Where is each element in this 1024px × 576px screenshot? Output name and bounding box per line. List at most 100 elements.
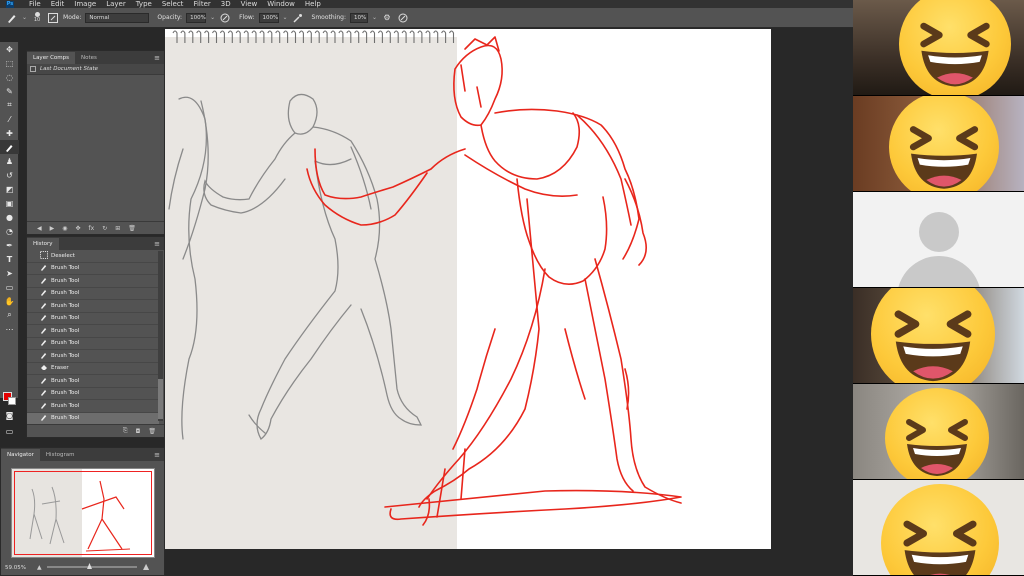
- tab-history[interactable]: History: [27, 238, 59, 250]
- history-snapshot-source[interactable]: [27, 387, 37, 399]
- background-color-swatch[interactable]: [8, 397, 16, 405]
- previous-comp-icon[interactable]: ◀: [37, 225, 42, 232]
- history-state-row[interactable]: Brush Tool: [27, 262, 159, 275]
- history-brush-tool-icon[interactable]: ↺: [0, 168, 19, 182]
- smoothing-dropdown-icon[interactable]: ⌄: [372, 14, 377, 21]
- pen-tool-icon[interactable]: ✒: [0, 238, 19, 252]
- delete-state-icon[interactable]: 🗑: [148, 428, 156, 435]
- history-snapshot-source[interactable]: [27, 312, 37, 324]
- history-state-row[interactable]: Brush Tool: [27, 387, 159, 400]
- new-comp-icon[interactable]: ⊞: [115, 225, 120, 232]
- navigator-preview[interactable]: [11, 468, 155, 558]
- update-position-icon[interactable]: ✥: [76, 225, 81, 232]
- camera-icon[interactable]: ◘: [136, 428, 141, 435]
- more-tools-icon[interactable]: ⋯: [0, 322, 19, 336]
- next-comp-icon[interactable]: ▶: [50, 225, 55, 232]
- history-state-row[interactable]: Eraser: [27, 362, 159, 375]
- history-snapshot-source[interactable]: [27, 262, 37, 274]
- panel-menu-icon[interactable]: ≡: [154, 238, 164, 250]
- flow-dropdown-icon[interactable]: ⌄: [283, 14, 288, 21]
- menu-window[interactable]: Window: [262, 0, 300, 8]
- history-state-row[interactable]: Brush Tool: [27, 350, 159, 363]
- history-snapshot-source[interactable]: [27, 325, 37, 337]
- brush-panel-toggle-icon[interactable]: [47, 12, 59, 24]
- tab-layer-comps[interactable]: Layer Comps: [27, 52, 76, 64]
- mode-select[interactable]: Normal: [85, 12, 150, 23]
- screen-mode-icon[interactable]: ▭: [0, 424, 19, 438]
- history-state-row[interactable]: Brush Tool: [27, 337, 159, 350]
- menu-view[interactable]: View: [236, 0, 263, 8]
- participant-tile-5[interactable]: [853, 384, 1024, 480]
- quick-select-tool-icon[interactable]: ✎: [0, 84, 19, 98]
- zoom-slider[interactable]: [47, 563, 137, 569]
- path-select-tool-icon[interactable]: ➤: [0, 266, 19, 280]
- navigator-view-rect[interactable]: [14, 471, 152, 555]
- rectangle-tool-icon[interactable]: ▭: [0, 280, 19, 294]
- document-canvas[interactable]: [165, 29, 771, 549]
- opacity-field[interactable]: 100%: [186, 12, 207, 23]
- brush-preset-icon[interactable]: [6, 12, 18, 24]
- opacity-dropdown-icon[interactable]: ⌄: [210, 14, 215, 21]
- update-visibility-icon[interactable]: ◉: [62, 225, 67, 232]
- history-snapshot-source[interactable]: [27, 337, 37, 349]
- participant-tile-1[interactable]: [853, 0, 1024, 96]
- update-comp-icon[interactable]: ↻: [102, 225, 107, 232]
- eraser-tool-icon[interactable]: ◩: [0, 182, 19, 196]
- participant-tile-3[interactable]: [853, 192, 1024, 288]
- new-document-from-state-icon[interactable]: ⎘: [123, 427, 128, 435]
- history-snapshot-source[interactable]: [27, 350, 37, 362]
- healing-brush-tool-icon[interactable]: ✚: [0, 126, 19, 140]
- type-tool-icon[interactable]: T: [0, 252, 19, 266]
- quick-mask-icon[interactable]: ◙: [0, 408, 19, 422]
- brush-preset-dropdown-icon[interactable]: ⌄: [22, 14, 27, 21]
- history-state-row[interactable]: Deselect: [27, 250, 159, 263]
- menu-file[interactable]: File: [24, 0, 46, 8]
- blur-tool-icon[interactable]: ●: [0, 210, 19, 224]
- menu-select[interactable]: Select: [157, 0, 189, 8]
- history-state-row[interactable]: Brush Tool: [27, 325, 159, 338]
- zoom-level[interactable]: 59.05%: [5, 565, 26, 571]
- gradient-tool-icon[interactable]: ▣: [0, 196, 19, 210]
- zoom-in-icon[interactable]: ▲: [143, 562, 149, 571]
- tab-navigator[interactable]: Navigator: [1, 449, 40, 461]
- history-snapshot-source[interactable]: [27, 375, 37, 387]
- pressure-size-icon[interactable]: [397, 12, 409, 24]
- dodge-tool-icon[interactable]: ◔: [0, 224, 19, 238]
- panel-menu-icon[interactable]: ≡: [154, 52, 164, 64]
- move-tool-icon[interactable]: ✥: [0, 42, 19, 56]
- history-snapshot-source[interactable]: [27, 275, 37, 287]
- menu-help[interactable]: Help: [300, 0, 326, 8]
- scrollbar-thumb[interactable]: [158, 379, 163, 419]
- zoom-tool-icon[interactable]: ⌕: [0, 308, 19, 322]
- layer-comp-row[interactable]: Last Document State: [27, 64, 164, 75]
- stamp-tool-icon[interactable]: ♟: [0, 154, 19, 168]
- delete-comp-icon[interactable]: 🗑: [128, 225, 136, 232]
- participant-tile-4[interactable]: [853, 288, 1024, 384]
- history-scrollbar[interactable]: [158, 251, 163, 421]
- crop-tool-icon[interactable]: ⌗: [0, 98, 19, 112]
- history-snapshot-source[interactable]: [27, 287, 37, 299]
- menu-3d[interactable]: 3D: [216, 0, 236, 8]
- history-snapshot-source[interactable]: [27, 250, 37, 262]
- pressure-opacity-icon[interactable]: [219, 12, 231, 24]
- tab-histogram[interactable]: Histogram: [40, 449, 81, 461]
- panel-menu-icon[interactable]: ≡: [154, 449, 164, 461]
- history-snapshot-source[interactable]: [27, 362, 37, 374]
- history-state-row[interactable]: Brush Tool: [27, 300, 159, 313]
- gear-icon[interactable]: ⚙: [381, 12, 393, 24]
- history-state-row[interactable]: Brush Tool: [27, 375, 159, 388]
- history-snapshot-source[interactable]: [27, 400, 37, 412]
- zoom-slider-knob[interactable]: [87, 563, 92, 569]
- tab-notes[interactable]: Notes: [75, 52, 103, 64]
- hand-tool-icon[interactable]: ✋: [0, 294, 19, 308]
- brush-tool-icon[interactable]: [0, 140, 19, 154]
- menu-type[interactable]: Type: [131, 0, 157, 8]
- lasso-tool-icon[interactable]: ◌: [0, 70, 19, 84]
- apply-comp-icon[interactable]: [30, 66, 36, 72]
- smoothing-field[interactable]: 10%: [349, 12, 368, 23]
- menu-layer[interactable]: Layer: [101, 0, 131, 8]
- airbrush-icon[interactable]: [292, 12, 304, 24]
- history-state-row[interactable]: Brush Tool: [27, 275, 159, 288]
- menu-edit[interactable]: Edit: [46, 0, 70, 8]
- menu-image[interactable]: Image: [69, 0, 101, 8]
